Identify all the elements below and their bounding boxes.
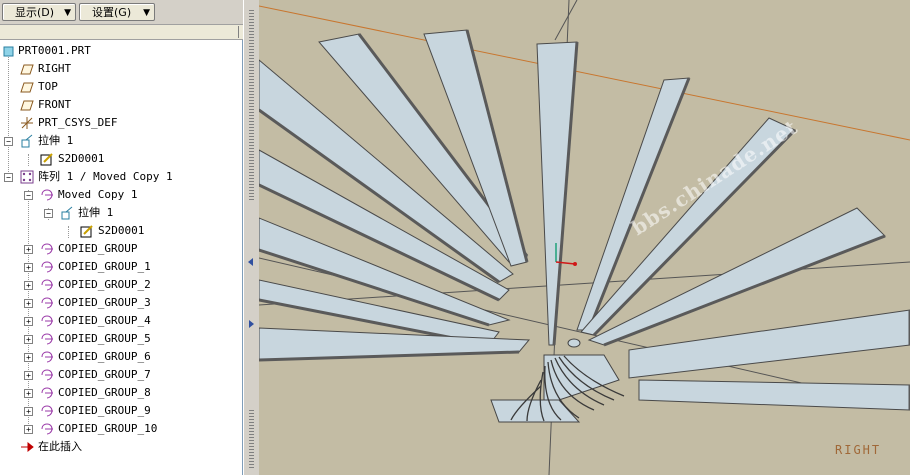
group-icon	[41, 189, 53, 201]
display-menu-button[interactable]: 显示(D) ▼	[2, 3, 76, 21]
tree-column-header	[0, 24, 243, 40]
collapse-left-arrow-icon[interactable]	[248, 258, 253, 266]
fan-blade	[638, 379, 910, 411]
sketch-icon	[40, 153, 53, 166]
model-tree-panel: 显示(D) ▼ 设置(G) ▼ PRT0001.PRT RIGHT TOP FR…	[0, 0, 243, 475]
tree-item-label: COPIED_GROUP_10	[58, 422, 158, 435]
tree-item-label: COPIED_GROUP_9	[58, 404, 151, 417]
expand-toggle[interactable]: +	[24, 335, 33, 344]
group-icon	[41, 387, 53, 399]
pattern-icon	[20, 170, 34, 184]
column-divider[interactable]	[238, 26, 239, 38]
expand-right-arrow-icon[interactable]	[249, 320, 254, 328]
collapse-toggle[interactable]: −	[44, 209, 53, 218]
tree-item-label: 拉伸 1	[78, 206, 114, 219]
datum-plane-icon	[20, 82, 34, 93]
panel-splitter[interactable]	[243, 0, 259, 475]
group-icon	[41, 315, 53, 327]
group-icon	[41, 261, 53, 273]
tree-line	[68, 226, 69, 238]
expand-toggle[interactable]: +	[24, 407, 33, 416]
display-menu-label: 显示(D)	[15, 6, 55, 19]
expand-toggle[interactable]: +	[24, 281, 33, 290]
tree-item-label: TOP	[38, 80, 58, 93]
tree-item-label: COPIED_GROUP_8	[58, 386, 151, 399]
fan-blades	[259, 29, 910, 411]
datum-plane-label-right: RIGHT	[835, 443, 882, 457]
collapse-toggle[interactable]: −	[4, 137, 13, 146]
model-tree-toolbar: 显示(D) ▼ 设置(G) ▼	[0, 0, 243, 24]
graphics-window[interactable]: bbs.chinade.net RIGHT	[259, 0, 910, 475]
tree-item-label: FRONT	[38, 98, 72, 111]
tree-item-label: COPIED_GROUP	[58, 242, 138, 255]
tree-root-label: PRT0001.PRT	[18, 44, 91, 57]
tree-item-label: Moved Copy 1	[58, 188, 138, 201]
extrude-icon	[61, 206, 73, 220]
group-icon	[41, 297, 53, 309]
expand-toggle[interactable]: +	[24, 263, 33, 272]
expand-toggle[interactable]: +	[24, 245, 33, 254]
tree-item-label: S2D0001	[98, 224, 145, 237]
collapse-toggle[interactable]: −	[24, 191, 33, 200]
group-icon	[41, 423, 53, 435]
group-icon	[41, 351, 53, 363]
expand-toggle[interactable]: +	[24, 299, 33, 308]
settings-menu-label: 设置(G)	[92, 6, 132, 19]
tree-item-label: COPIED_GROUP_6	[58, 350, 151, 363]
tree-item-label: 在此插入	[38, 440, 82, 453]
settings-menu-button[interactable]: 设置(G) ▼	[79, 3, 155, 21]
tree-item-label: COPIED_GROUP_4	[58, 314, 151, 327]
expand-toggle[interactable]: +	[24, 371, 33, 380]
dropdown-arrow-icon: ▼	[143, 8, 150, 18]
hub-base	[490, 399, 581, 423]
sketch-icon	[80, 225, 93, 238]
csys-icon	[21, 117, 33, 129]
tree-line	[8, 52, 9, 180]
hub-hole	[567, 338, 581, 348]
dropdown-arrow-icon: ▼	[64, 8, 71, 18]
expand-toggle[interactable]: +	[24, 425, 33, 434]
datum-plane-icon	[20, 100, 34, 111]
csys-origin	[573, 262, 577, 266]
extrude-icon	[21, 134, 33, 148]
tree-item-label: COPIED_GROUP_5	[58, 332, 151, 345]
tree-item-label: PRT_CSYS_DEF	[38, 116, 118, 129]
part-icon	[3, 46, 14, 57]
expand-toggle[interactable]: +	[24, 389, 33, 398]
tree-item-label: COPIED_GROUP_7	[58, 368, 151, 381]
group-icon	[41, 405, 53, 417]
tree-item-label: 阵列 1 / Moved Copy 1	[38, 170, 173, 183]
expand-toggle[interactable]: +	[24, 353, 33, 362]
tree-item-label: RIGHT	[38, 62, 72, 75]
tree-item-label: COPIED_GROUP_3	[58, 296, 151, 309]
tree-item-label: COPIED_GROUP_1	[58, 260, 151, 273]
group-icon	[41, 333, 53, 345]
expand-toggle[interactable]: +	[24, 317, 33, 326]
group-icon	[41, 279, 53, 291]
tree-item-label: S2D0001	[58, 152, 105, 165]
tree-item-label: 拉伸 1	[38, 134, 74, 147]
model-view	[259, 0, 910, 475]
tree-line	[28, 154, 29, 166]
group-icon	[41, 243, 53, 255]
hub-body	[543, 354, 620, 401]
insert-here-arrow-icon	[21, 441, 34, 453]
datum-plane-icon	[20, 64, 34, 75]
splitter-grip	[249, 410, 254, 470]
collapse-toggle[interactable]: −	[4, 173, 13, 182]
splitter-grip	[249, 10, 254, 200]
model-tree: PRT0001.PRT RIGHT TOP FRONT PRT_CSYS_DEF…	[0, 40, 243, 475]
tree-item-label: COPIED_GROUP_2	[58, 278, 151, 291]
group-icon	[41, 369, 53, 381]
datum-plane-edge	[554, 0, 578, 41]
